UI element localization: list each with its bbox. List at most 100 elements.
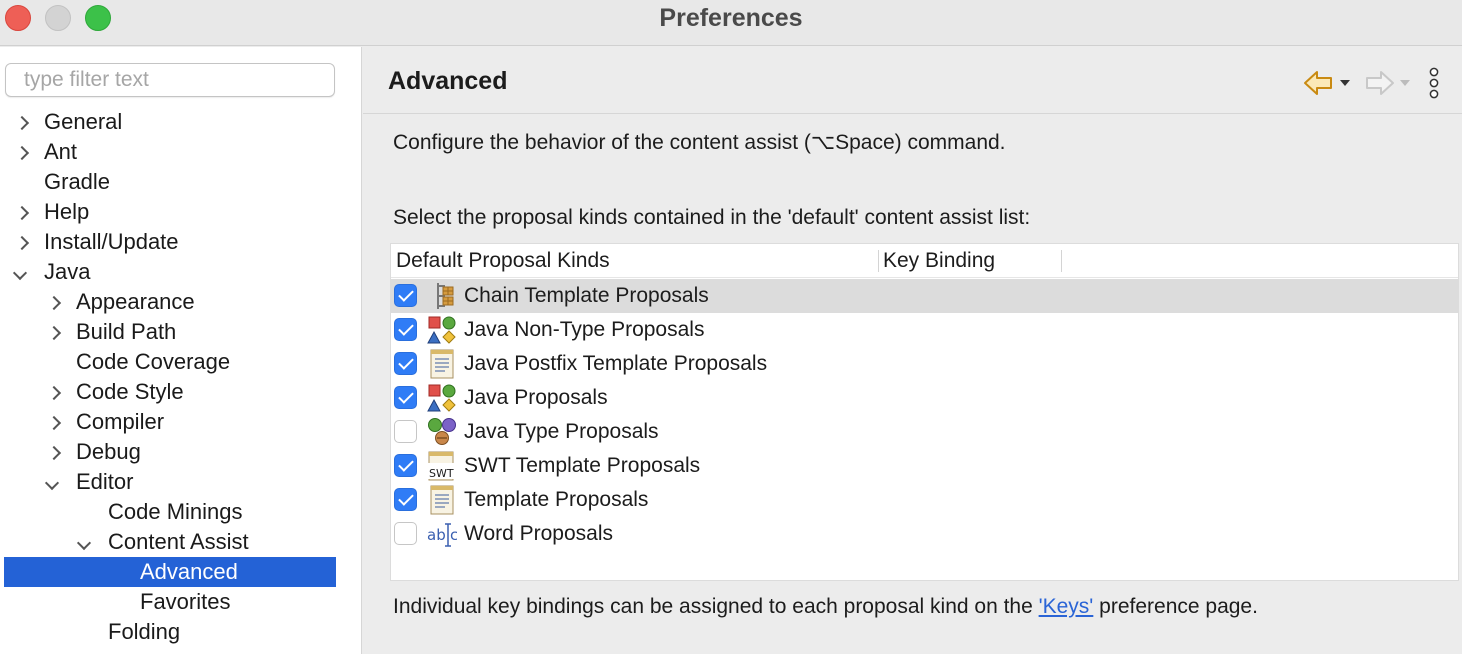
row-checkbox[interactable] — [394, 420, 417, 443]
tree-item-label: Favorites — [140, 589, 231, 614]
java-non-type-icon — [427, 316, 456, 344]
tree-item-ant[interactable]: Ant — [0, 137, 362, 167]
tree-item-install-update[interactable]: Install/Update — [0, 227, 362, 257]
page-description: Configure the behavior of the content as… — [393, 131, 1006, 154]
row-checkbox[interactable] — [394, 352, 417, 375]
chevron-right-icon[interactable] — [44, 317, 64, 347]
chevron-down-icon[interactable] — [42, 467, 62, 497]
tree-item-label: Build Path — [76, 319, 177, 344]
template-icon — [430, 349, 454, 379]
chevron-right-icon[interactable] — [12, 107, 32, 137]
java-proposals-icon — [427, 384, 456, 412]
page-title: Advanced — [388, 67, 508, 95]
tree-item-label: General — [44, 109, 123, 134]
table-row[interactable]: Java Proposals — [391, 381, 1458, 415]
tree-item-label: Code Minings — [108, 499, 243, 524]
preferences-sidebar: General Ant Gradle Help Install/Update J… — [0, 47, 362, 654]
tree-item-code-style[interactable]: Code Style — [0, 377, 362, 407]
tree-item-favorites[interactable]: Favorites — [0, 587, 362, 617]
tree-item-label: Install/Update — [44, 229, 179, 254]
back-button[interactable] — [1303, 69, 1351, 97]
table-row[interactable]: Java Type Proposals — [391, 415, 1458, 449]
tree-item-label: Compiler — [76, 409, 165, 434]
footer-text-prefix: Individual key bindings can be assigned … — [393, 595, 1039, 618]
title-bar: Preferences — [0, 0, 1462, 46]
row-label: Chain Template Proposals — [464, 284, 709, 307]
table-row[interactable]: Java Non-Type Proposals — [391, 313, 1458, 347]
java-type-icon — [428, 418, 456, 445]
tree-item-label: Appearance — [76, 289, 195, 314]
tree-item-help[interactable]: Help — [0, 197, 362, 227]
tree-item-label: Content Assist — [108, 529, 249, 554]
tree-item-label: Help — [44, 199, 90, 224]
tree-item-code-coverage[interactable]: Code Coverage — [0, 347, 362, 377]
row-checkbox[interactable] — [394, 284, 417, 307]
tree-item-folding[interactable]: Folding — [0, 617, 362, 647]
chevron-down-icon[interactable] — [74, 527, 94, 557]
svg-text:c: c — [450, 526, 457, 544]
table-row[interactable]: Template Proposals — [391, 483, 1458, 517]
chevron-right-icon[interactable] — [44, 407, 64, 437]
tree-item-debug[interactable]: Debug — [0, 437, 362, 467]
chevron-down-icon[interactable] — [10, 257, 30, 287]
tree-item-label: Gradle — [44, 169, 111, 194]
table-row[interactable]: Java Postfix Template Proposals — [391, 347, 1458, 381]
svg-text:ab: ab — [427, 526, 446, 544]
template-icon — [430, 485, 454, 515]
tree-item-build-path[interactable]: Build Path — [0, 317, 362, 347]
tree-item-label: Advanced — [140, 559, 238, 584]
row-checkbox[interactable] — [394, 488, 417, 511]
proposal-kinds-table: Default Proposal Kinds Key Binding Chain… — [390, 243, 1459, 581]
row-checkbox[interactable] — [394, 318, 417, 341]
word-icon: ab c — [427, 523, 457, 547]
back-arrow-icon — [1304, 71, 1350, 95]
tree-item-java[interactable]: Java — [0, 257, 362, 287]
forward-button[interactable] — [1365, 69, 1413, 97]
row-label: Java Type Proposals — [464, 420, 659, 443]
column-header-proposal-kinds[interactable]: Default Proposal Kinds — [396, 244, 610, 278]
column-header-key-binding[interactable]: Key Binding — [883, 244, 995, 278]
tree-item-label: Folding — [108, 619, 181, 644]
preferences-tree: General Ant Gradle Help Install/Update J… — [0, 107, 362, 647]
chevron-right-icon[interactable] — [12, 137, 32, 167]
tree-item-label: Debug — [76, 439, 141, 464]
row-checkbox[interactable] — [394, 522, 417, 545]
chevron-right-icon[interactable] — [44, 377, 64, 407]
swt-template-icon: SWT — [428, 451, 456, 481]
table-body: Chain Template Proposals Java Non-Type P… — [391, 279, 1458, 551]
row-label: Word Proposals — [464, 522, 614, 545]
tree-item-appearance[interactable]: Appearance — [0, 287, 362, 317]
chain-template-icon — [437, 283, 454, 309]
column-divider[interactable] — [878, 250, 879, 272]
filter-input[interactable] — [5, 63, 335, 97]
tree-item-gradle[interactable]: Gradle — [0, 167, 362, 197]
table-row[interactable]: SWT SWT Template Proposals — [391, 449, 1458, 483]
tree-item-content-assist[interactable]: Content Assist — [0, 527, 362, 557]
tree-item-label: Editor — [76, 469, 134, 494]
column-divider[interactable] — [1061, 250, 1062, 272]
tree-item-compiler[interactable]: Compiler — [0, 407, 362, 437]
tree-item-label: Code Style — [76, 379, 184, 404]
more-vertical-icon — [1429, 67, 1439, 99]
chevron-right-icon[interactable] — [44, 287, 64, 317]
row-checkbox[interactable] — [394, 386, 417, 409]
keys-preference-link[interactable]: 'Keys' — [1039, 595, 1094, 618]
window-title: Preferences — [659, 4, 803, 32]
forward-arrow-icon — [1366, 71, 1410, 95]
chevron-right-icon[interactable] — [12, 197, 32, 227]
row-checkbox[interactable] — [394, 454, 417, 477]
tree-item-code-minings[interactable]: Code Minings — [0, 497, 362, 527]
tree-item-general[interactable]: General — [0, 107, 362, 137]
preference-page: Advanced Configure the behavior of the c… — [363, 47, 1462, 654]
table-header: Default Proposal Kinds Key Binding — [391, 244, 1458, 278]
tree-item-label: Java — [44, 259, 91, 284]
chevron-right-icon[interactable] — [12, 227, 32, 257]
view-menu-button[interactable] — [1427, 67, 1441, 99]
row-label: Java Postfix Template Proposals — [464, 352, 768, 375]
tree-item-advanced[interactable]: Advanced — [4, 557, 336, 587]
proposal-kinds-label: Select the proposal kinds contained in t… — [393, 206, 1031, 229]
table-row[interactable]: ab c Word Proposals — [391, 517, 1458, 551]
tree-item-editor[interactable]: Editor — [0, 467, 362, 497]
table-row[interactable]: Chain Template Proposals — [391, 279, 1458, 313]
chevron-right-icon[interactable] — [44, 437, 64, 467]
